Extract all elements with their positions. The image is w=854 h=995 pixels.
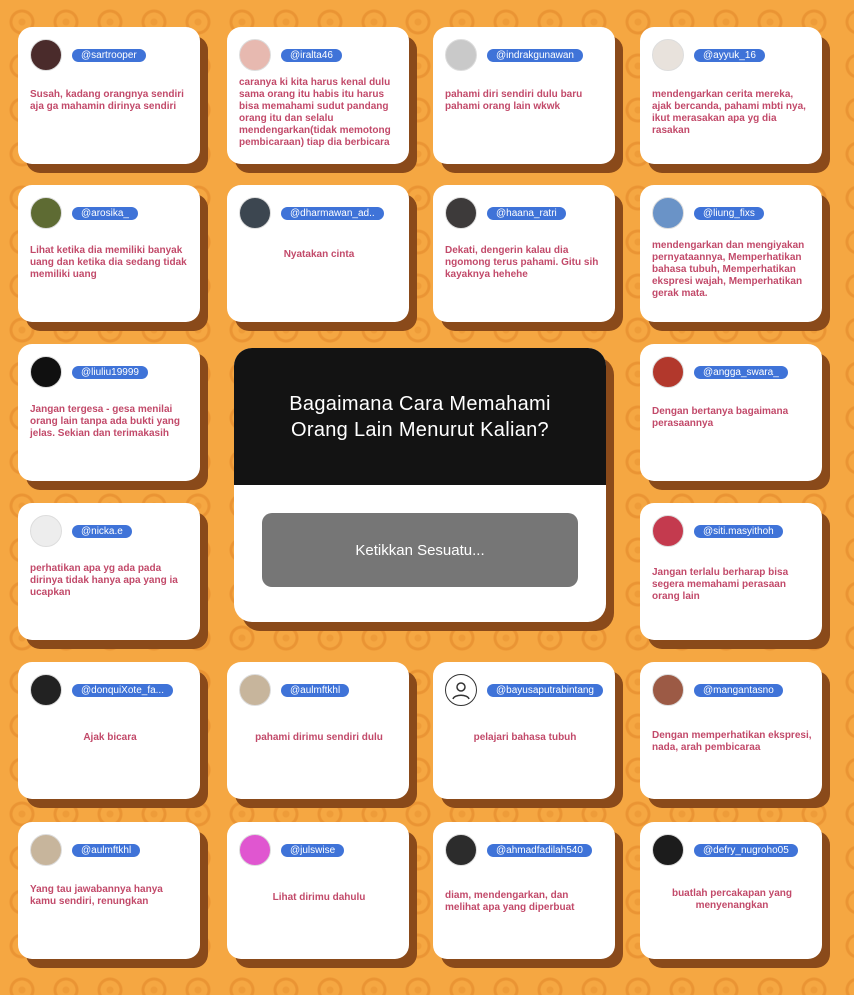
username-badge[interactable]: @indrakgunawan <box>487 48 583 62</box>
username-badge[interactable]: @angga_swara_ <box>694 365 788 379</box>
username-badge[interactable]: @iralta46 <box>281 48 342 62</box>
username-badge[interactable]: @siti.masyithoh <box>694 524 783 538</box>
avatar <box>239 39 271 71</box>
avatar <box>652 834 684 866</box>
username-badge[interactable]: @aulmftkhl <box>281 683 350 697</box>
username-badge[interactable]: @haana_ratri <box>487 206 566 220</box>
avatar <box>445 674 477 706</box>
answer-card: @sartrooper Susah, kadang orangnya sendi… <box>18 27 200 164</box>
answer-card: @siti.masyithoh Jangan terlalu berharap … <box>640 503 822 640</box>
answer-card: @ayyuk_16 mendengarkan cerita mereka, aj… <box>640 27 822 164</box>
answer-card: @indrakgunawan pahami diri sendiri dulu … <box>433 27 615 164</box>
answer-text: pahami diri sendiri dulu baru pahami ora… <box>445 89 583 112</box>
answer-text: Lihat ketika dia memiliki banyak uang da… <box>30 245 187 280</box>
answer-text: Dengan memperhatikan ekspresi, nada, ara… <box>652 730 812 753</box>
avatar <box>239 834 271 866</box>
answer-card: @bayusaputrabintang pelajari bahasa tubu… <box>433 662 615 799</box>
answer-card: @angga_swara_ Dengan bertanya bagaimana … <box>640 344 822 481</box>
username-badge[interactable]: @julswise <box>281 843 345 857</box>
question-header: Bagaimana Cara Memahami Orang Lain Menur… <box>234 348 606 485</box>
answer-card: @liuliu19999 Jangan tergesa - gesa menil… <box>18 344 200 481</box>
answer-text: Yang tau jawabannya hanya kamu sendiri, … <box>30 884 163 907</box>
avatar <box>445 39 477 71</box>
username-badge[interactable]: @donquiXote_fa... <box>72 683 173 697</box>
answer-card: @iralta46 caranya ki kita harus kenal du… <box>227 27 409 164</box>
avatar <box>445 834 477 866</box>
username-badge[interactable]: @defry_nugroho05 <box>694 843 798 857</box>
answer-text: Nyatakan cinta <box>283 249 355 260</box>
username-badge[interactable]: @ahmadfadilah540 <box>487 843 592 857</box>
answer-card: @aulmftkhl Yang tau jawabannya hanya kam… <box>18 822 200 959</box>
answer-card: @liung_fixs mendengarkan dan mengiyakan … <box>640 185 822 322</box>
username-badge[interactable]: @nicka.e <box>72 524 132 538</box>
answer-text: pahami dirimu sendiri dulu <box>255 732 383 743</box>
answer-text: Jangan terlalu berharap bisa segera mema… <box>652 567 789 602</box>
avatar <box>652 515 684 547</box>
answer-text: perhatikan apa yg ada pada dirinya tidak… <box>30 563 178 598</box>
username-badge[interactable]: @sartrooper <box>72 48 146 62</box>
avatar <box>30 39 62 71</box>
answer-card: @haana_ratri Dekati, dengerin kalau dia … <box>433 185 615 322</box>
answer-text: buatlah percakapan yang menyenangkan <box>671 888 793 911</box>
answer-card: @donquiXote_fa... Ajak bicara <box>18 662 200 799</box>
username-badge[interactable]: @mangantasno <box>694 683 783 697</box>
avatar <box>30 356 62 388</box>
answer-text: Susah, kadang orangnya sendiri aja ga ma… <box>30 89 184 112</box>
avatar <box>652 39 684 71</box>
answer-card: @defry_nugroho05 buatlah percakapan yang… <box>640 822 822 959</box>
answer-card: @mangantasno Dengan memperhatikan ekspre… <box>640 662 822 799</box>
answer-text: caranya ki kita harus kenal dulu sama or… <box>239 77 391 148</box>
avatar <box>239 674 271 706</box>
answer-text: mendengarkan dan mengiyakan pernyataanny… <box>652 240 805 299</box>
answer-text: mendengarkan cerita mereka, ajak bercand… <box>652 89 806 136</box>
answer-text: Dekati, dengerin kalau dia ngomong terus… <box>445 245 599 280</box>
username-badge[interactable]: @arosika_ <box>72 206 138 220</box>
answer-text: pelajari bahasa tubuh <box>473 732 577 743</box>
avatar <box>30 674 62 706</box>
avatar <box>30 197 62 229</box>
username-badge[interactable]: @aulmftkhl <box>72 843 141 857</box>
answer-card: @dharmawan_ad.. Nyatakan cinta <box>227 185 409 322</box>
default-user-icon <box>452 682 470 700</box>
question-title: Bagaimana Cara Memahami Orang Lain Menur… <box>289 392 551 441</box>
avatar <box>445 197 477 229</box>
answer-text: Ajak bicara <box>83 732 137 743</box>
avatar <box>652 356 684 388</box>
answer-card: @ahmadfadilah540 diam, mendengarkan, dan… <box>433 822 615 959</box>
avatar <box>30 834 62 866</box>
avatar <box>30 515 62 547</box>
answer-card: @arosika_ Lihat ketika dia memiliki bany… <box>18 185 200 322</box>
username-badge[interactable]: @ayyuk_16 <box>694 48 765 62</box>
avatar <box>652 674 684 706</box>
avatar <box>652 197 684 229</box>
answer-card: @aulmftkhl pahami dirimu sendiri dulu <box>227 662 409 799</box>
answer-text: Jangan tergesa - gesa menilai orang lain… <box>30 404 181 439</box>
avatar <box>239 197 271 229</box>
answer-card: @nicka.e perhatikan apa yg ada pada diri… <box>18 503 200 640</box>
answer-card: @julswise Lihat dirimu dahulu <box>227 822 409 959</box>
username-badge[interactable]: @dharmawan_ad.. <box>281 206 384 220</box>
question-box: Bagaimana Cara Memahami Orang Lain Menur… <box>234 348 606 622</box>
answer-input[interactable]: Ketikkan Sesuatu... <box>262 513 578 587</box>
username-badge[interactable]: @bayusaputrabintang <box>487 683 603 697</box>
username-badge[interactable]: @liuliu19999 <box>72 365 148 379</box>
answer-text: diam, mendengarkan, dan melihat apa yang… <box>445 890 575 913</box>
username-badge[interactable]: @liung_fixs <box>694 206 764 220</box>
answer-text: Lihat dirimu dahulu <box>272 892 366 903</box>
answer-text: Dengan bertanya bagaimana perasaannya <box>652 406 789 429</box>
